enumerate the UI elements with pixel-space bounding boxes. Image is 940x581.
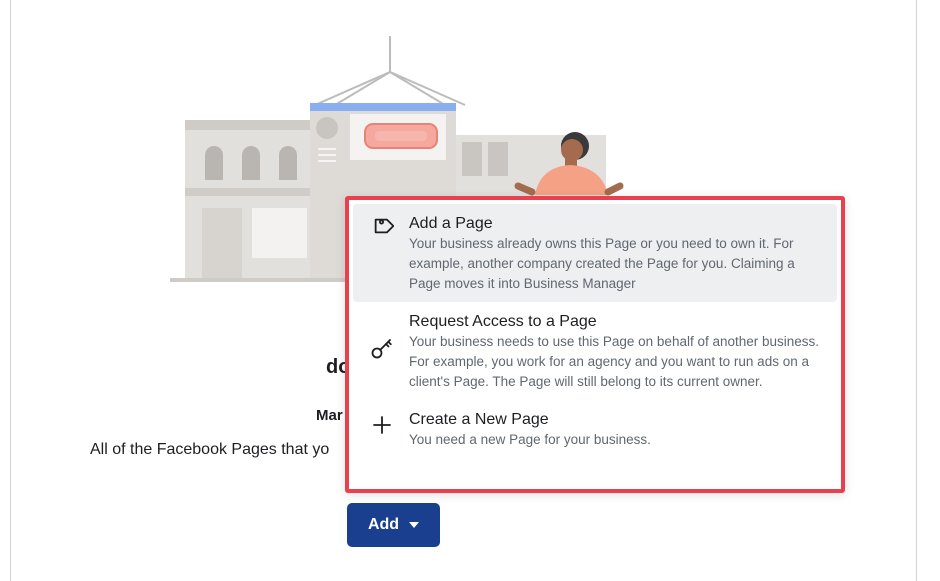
tag-icon bbox=[369, 214, 395, 238]
key-icon bbox=[369, 312, 395, 360]
menu-item-description: Your business already owns this Page or … bbox=[409, 236, 795, 291]
menu-item-description: You need a new Page for your business. bbox=[409, 432, 651, 447]
menu-item-title: Add a Page bbox=[409, 215, 493, 232]
frame-left-border bbox=[10, 0, 11, 581]
menu-item-request-access[interactable]: Request Access to a Page Your business n… bbox=[353, 302, 837, 400]
menu-item-add-page[interactable]: Add a Page Your business already owns th… bbox=[353, 204, 837, 302]
menu-item-title: Create a New Page bbox=[409, 411, 549, 428]
subtitle-fragment: Mar bbox=[316, 407, 343, 424]
menu-item-description: Your business needs to use this Page on … bbox=[409, 334, 820, 389]
add-button-label: Add bbox=[367, 516, 400, 533]
caret-down-icon bbox=[409, 522, 420, 528]
description-fragment: All of the Facebook Pages that yo bbox=[90, 441, 330, 458]
plus-icon bbox=[369, 410, 395, 435]
add-dropdown-menu: Add a Page Your business already owns th… bbox=[345, 196, 845, 493]
add-button[interactable]: Add bbox=[347, 503, 440, 547]
menu-item-title: Request Access to a Page bbox=[409, 313, 597, 330]
menu-item-create-page[interactable]: Create a New Page You need a new Page fo… bbox=[353, 400, 837, 458]
frame-right-border bbox=[916, 0, 917, 581]
